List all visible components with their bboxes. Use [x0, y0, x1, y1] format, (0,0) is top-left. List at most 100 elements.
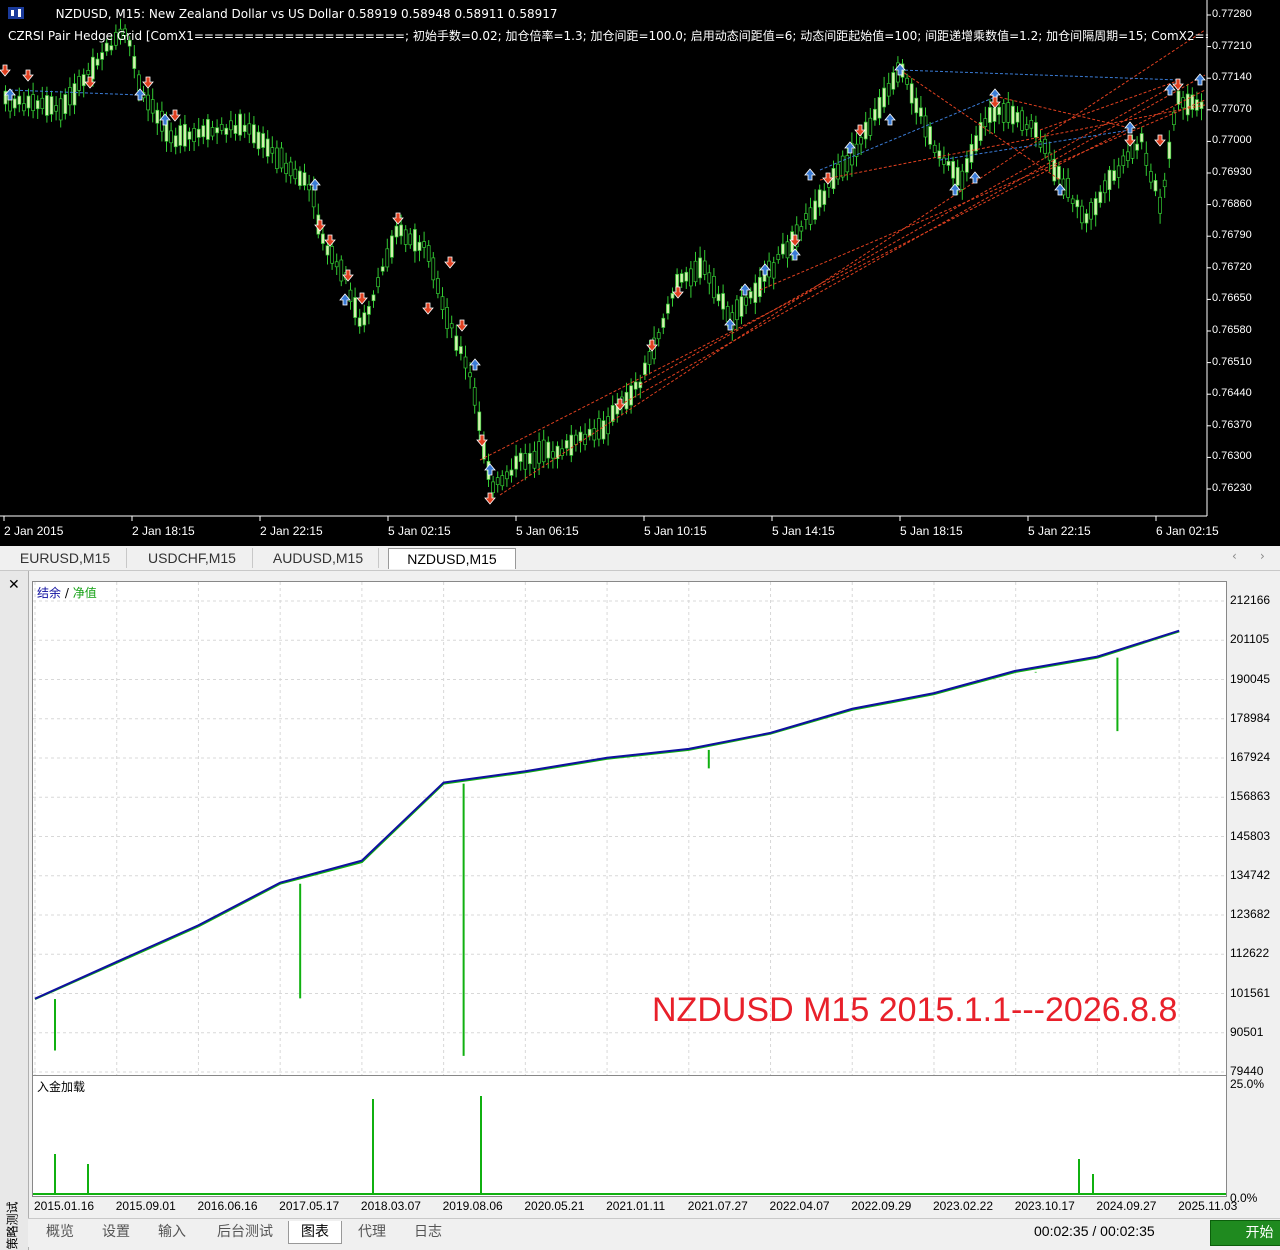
candle-body [40, 97, 45, 109]
candle-body [666, 303, 670, 314]
sell-arrow-icon [169, 109, 181, 122]
candle-body [431, 257, 436, 281]
candle-body [610, 405, 615, 422]
candle-body [284, 162, 288, 174]
candle-body [1126, 151, 1130, 161]
candle-body [955, 167, 960, 186]
tab-settings[interactable]: 设置 [90, 1221, 142, 1243]
graph-x-tick-label: 2018.03.07 [360, 1199, 421, 1213]
candle-body [739, 296, 744, 317]
candle-body [261, 133, 265, 148]
candle-body [721, 293, 725, 310]
candle-body [1006, 102, 1011, 123]
candle-body [914, 97, 919, 114]
graph-x-tick-label: 2016.06.16 [197, 1199, 258, 1213]
candle-body [988, 107, 992, 123]
buy-arrow-icon [309, 178, 321, 191]
candle-body [436, 278, 440, 294]
candles [3, 18, 1204, 499]
candle-body [1093, 198, 1098, 216]
candle-body [969, 143, 974, 163]
scroll-left-icon[interactable]: ‹ [1232, 549, 1237, 563]
candle-body [288, 161, 293, 177]
candle-body [1011, 105, 1015, 125]
candle-body [1176, 90, 1181, 105]
candle-body [1070, 198, 1075, 204]
candle-body [362, 312, 367, 326]
price-tick-label: 0.76370 [1212, 418, 1252, 431]
price-chart[interactable]: NZDUSD, M15: New Zealand Dollar vs US Do… [0, 0, 1280, 546]
tab-audusd[interactable]: AUDUSD,M15 [258, 548, 379, 568]
candle-body [426, 245, 431, 262]
symbol-tabs: EURUSD,M15 USDCHF,M15 AUDUSD,M15 NZDUSD,… [0, 546, 1280, 571]
graph-y-tick-label: 212166 [1230, 593, 1271, 607]
tab-inputs[interactable]: 输入 [146, 1221, 198, 1243]
candle-body [1098, 191, 1103, 204]
candle-body [643, 362, 647, 375]
start-button[interactable]: 开始 [1210, 1220, 1280, 1246]
candle-body [238, 113, 242, 136]
hedge-line [899, 69, 1181, 81]
tab-journal[interactable]: 日志 [402, 1221, 454, 1243]
candle-body [1066, 178, 1070, 198]
tab-overview[interactable]: 概览 [34, 1221, 86, 1243]
graph-y-tick-label: 90501 [1230, 1024, 1264, 1039]
candle-body [1199, 101, 1204, 109]
candle-body [224, 127, 229, 135]
candle-body [518, 452, 523, 462]
candle-body [459, 346, 463, 355]
candle-body [693, 260, 698, 283]
sell-arrow-icon [324, 234, 336, 247]
price-tick-label: 0.77280 [1212, 8, 1252, 20]
price-tick-label: 0.76230 [1212, 482, 1252, 494]
candle-body [1084, 213, 1089, 224]
price-tick-label: 0.76790 [1212, 229, 1252, 242]
candle-body [26, 95, 31, 109]
candle-body [1029, 120, 1034, 129]
candle-body [408, 233, 413, 246]
candle-body [656, 332, 661, 340]
candle-body [748, 291, 753, 299]
candle-body [500, 475, 505, 487]
chart-type-icon [8, 7, 48, 20]
candle-body [505, 471, 509, 480]
candle-body [822, 190, 827, 205]
candle-body [560, 448, 564, 457]
graph-y-tick-label: 112622 [1230, 946, 1270, 961]
candle-body [1020, 110, 1024, 131]
candle-body [670, 293, 675, 299]
candle-body [100, 52, 104, 60]
candle-body [17, 95, 22, 105]
price-tick-label: 0.76510 [1212, 355, 1252, 368]
graph-y-tick-label: 178984 [1230, 710, 1271, 725]
candle-body [661, 317, 666, 328]
candle-body [201, 125, 206, 138]
sell-arrow-icon [1172, 78, 1184, 91]
sell-arrow-icon [444, 256, 456, 269]
tab-nzdusd[interactable]: NZDUSD,M15 [388, 548, 516, 569]
candle-body [68, 87, 72, 106]
candle-body [357, 317, 362, 327]
close-icon[interactable]: ✕ [8, 577, 20, 593]
tab-backtest[interactable]: 后台测试 [204, 1221, 286, 1243]
candle-body [1089, 201, 1093, 220]
time-tick-label: 5 Jan 02:15 [388, 524, 451, 538]
candle-body [206, 119, 210, 140]
candle-body [265, 138, 270, 157]
tab-graph[interactable]: 图表 [288, 1221, 342, 1244]
hedge-line [499, 29, 1206, 496]
price-tick-label: 0.77000 [1212, 134, 1252, 147]
graph-legend: 结余 / 净值 [37, 584, 97, 601]
tab-agents[interactable]: 代理 [346, 1221, 398, 1243]
graph-x-tick-label: 2024.09.27 [1096, 1199, 1157, 1213]
tab-eurusd[interactable]: EURUSD,M15 [4, 548, 127, 568]
candle-body [1144, 152, 1149, 166]
time-tick-label: 5 Jan 06:15 [516, 524, 579, 538]
candle-body [1080, 205, 1084, 224]
candle-body [877, 96, 882, 119]
scroll-right-icon[interactable]: › [1260, 549, 1265, 563]
candle-body [523, 453, 528, 470]
candle-body [1121, 155, 1126, 166]
elapsed-timer: 00:02:35 / 00:02:35 [1034, 1223, 1155, 1239]
tab-usdchf[interactable]: USDCHF,M15 [132, 548, 253, 568]
